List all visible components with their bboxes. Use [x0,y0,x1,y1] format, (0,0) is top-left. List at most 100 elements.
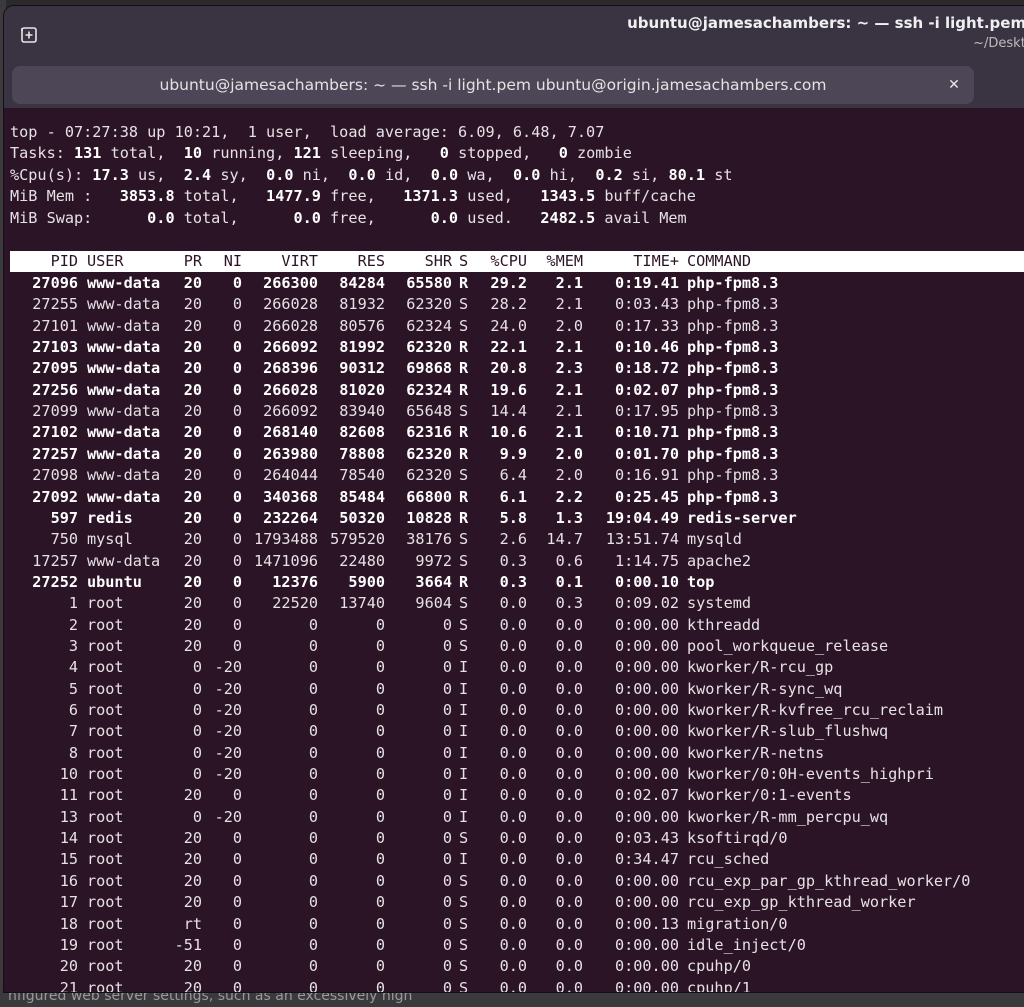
process-ni: 0 [232,914,242,933]
process-shr: 0 [442,636,452,655]
process-shr: 69868 [406,359,452,378]
process-pr: 20 [183,572,202,591]
process-virt: 268396 [263,359,318,378]
process-cpu: 0.0 [499,594,527,613]
new-tab-icon [21,27,37,43]
process-ni: 0 [232,829,242,848]
process-mem: 0.6 [555,551,583,570]
process-ni: 0 [232,274,242,292]
process-pr: 20 [183,594,202,613]
process-virt: 0 [308,893,318,912]
process-pr: 20 [183,978,202,992]
process-time: 0:02.07 [614,380,679,399]
process-row: 27257 www-data 20 0 263980 78808 62320 R 9.9 2.0 0… [10,444,1024,465]
process-user: root [87,786,124,805]
process-mem: 2.2 [555,487,583,506]
process-virt: 266028 [263,295,318,314]
close-tab-button[interactable]: ✕ [944,75,964,95]
process-command: kworker/R-sync_wq [687,679,843,698]
col-mem: %MEM [546,252,583,270]
process-time: 0:00.00 [614,893,679,912]
title-bar[interactable]: ubuntu@jamesachambers: ~ — ssh -i light.… [4,6,1024,64]
terminal-window[interactable]: ubuntu@jamesachambers: ~ — ssh -i light.… [4,6,1024,992]
process-s: S [459,935,469,954]
process-ni: 0 [232,572,242,591]
process-res: 90312 [339,359,385,378]
process-shr: 0 [442,850,452,869]
process-user: redis [87,508,133,527]
process-user: root [87,636,124,655]
process-pid: 27255 [32,295,78,314]
process-mem: 0.0 [555,829,583,848]
process-command: php-fpm8.3 [687,295,779,314]
process-shr: 0 [442,765,452,784]
process-pid: 14 [59,829,78,848]
process-s: R [459,380,469,399]
process-virt: 0 [308,658,318,677]
process-command: migration/0 [687,914,788,933]
process-shr: 10828 [406,508,452,527]
process-shr: 62320 [406,444,452,463]
process-pr: 0 [192,679,202,698]
process-res: 0 [375,679,385,698]
process-cpu: 6.1 [499,487,527,506]
process-mem: 1.3 [555,508,583,527]
terminal-output[interactable]: top - 07:27:38 up 10:21, 1 user, load av… [4,114,1024,992]
process-mem: 0.0 [555,722,583,741]
process-virt: 266300 [263,274,318,292]
window-subtitle: ~/Desktop [973,36,1024,51]
process-ni: -20 [214,679,242,698]
process-virt: 0 [308,935,318,954]
process-time: 0:00.00 [614,807,679,826]
process-s: S [459,530,469,549]
window-title: ubuntu@jamesachambers: ~ — ssh -i light.… [627,14,1024,32]
process-pr: 0 [192,765,202,784]
process-time: 0:00.00 [614,701,679,719]
process-time: 0:09.02 [614,594,679,613]
process-pr: 20 [183,957,202,976]
process-time: 0:18.72 [614,359,679,378]
process-user: root [87,957,124,976]
process-pr: 0 [192,701,202,719]
process-row: 27095 www-data 20 0 268396 90312 69868 R 20.8 2.3… [10,358,1024,379]
process-user: root [87,893,124,912]
process-mem: 0.0 [555,701,583,719]
process-pid: 3 [68,636,78,655]
process-shr: 9604 [415,594,452,613]
process-shr: 0 [442,679,452,698]
process-res: 0 [375,786,385,805]
process-row: 14 root 20 0 0 0 0 S 0.0 0.0 0:03.43 ksoftirqd/0 [10,828,1024,849]
process-s: I [459,786,469,805]
process-ni: 0 [232,893,242,912]
process-shr: 0 [442,701,452,719]
col-res: RES [357,252,385,270]
process-pr: 20 [183,551,202,570]
process-mem: 2.0 [555,316,583,335]
new-tab-button[interactable] [18,24,40,46]
process-shr: 66800 [406,487,452,506]
process-ni: 0 [232,508,242,527]
process-command: kworker/0:1-events [687,786,852,805]
process-cpu: 0.0 [499,679,527,698]
process-user: www-data [87,380,161,399]
process-cpu: 0.0 [499,978,527,992]
process-mem: 0.1 [555,572,583,591]
process-user: root [87,978,124,992]
process-row: 750 mysql 20 0 1793488 579520 38176 S 2.6 14.7 13:… [10,529,1024,550]
process-row: 27101 www-data 20 0 266028 80576 62324 S 24.0 2.0… [10,316,1024,337]
process-s: I [459,743,469,762]
col-cpu: %CPU [490,252,527,270]
process-mem: 2.3 [555,359,583,378]
process-command: ksoftirqd/0 [687,829,788,848]
process-res: 5900 [348,572,385,591]
process-s: I [459,679,469,698]
process-virt: 0 [308,978,318,992]
process-ni: -20 [214,701,242,719]
process-res: 13740 [339,594,385,613]
tasks-line: Tasks: 131 total, 10 running, 121 sleepi… [10,144,632,162]
process-res: 0 [375,765,385,784]
tab-ssh-session[interactable]: ubuntu@jamesachambers: ~ — ssh -i light.… [12,66,974,104]
process-time: 0:00.00 [614,978,679,992]
process-s: R [459,572,469,591]
process-command: cpuhp/1 [687,978,752,992]
